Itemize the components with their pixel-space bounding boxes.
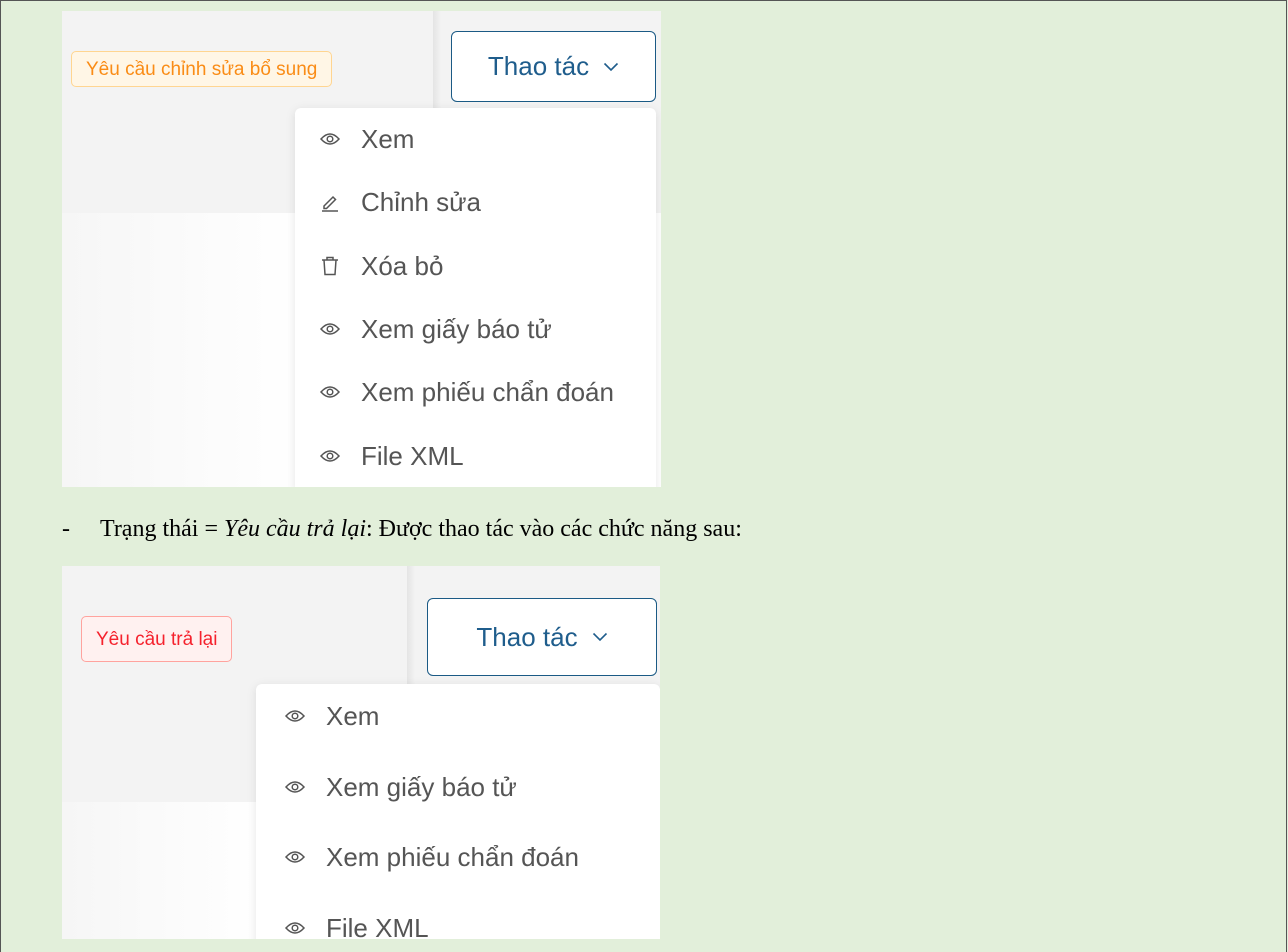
pencil-icon — [319, 191, 341, 213]
status-badge: Yêu cầu chỉnh sửa bổ sung — [71, 51, 333, 87]
menu-item-label: Xem phiếu chẩn đoán — [326, 841, 579, 872]
eye-icon — [319, 128, 341, 150]
menu-item-label: Xem — [326, 700, 380, 731]
screenshot-edit-request: Yêu cầu chỉnh sửa bổ sung Thao tác Xem C… — [62, 11, 661, 487]
menu-item-view[interactable]: Xem — [256, 696, 660, 736]
menu-item-label: File XML — [326, 912, 429, 940]
table-cell-shade — [62, 213, 302, 487]
caption-suffix: : Được thao tác vào các chức năng sau: — [365, 516, 742, 542]
menu-item-label: Xem phiếu chẩn đoán — [361, 376, 614, 407]
menu-item-view[interactable]: Xem — [295, 119, 656, 159]
menu-item-label: File XML — [361, 440, 464, 471]
eye-icon — [319, 381, 341, 403]
status-badge: Yêu cầu trả lại — [81, 616, 233, 662]
menu-item-label: Chỉnh sửa — [361, 186, 482, 217]
eye-icon — [319, 318, 341, 340]
screenshot-return-request: Yêu cầu trả lại Thao tác Xem Xem giấy bá… — [62, 566, 660, 939]
actions-menu: Xem Xem giấy báo tử Xem phiếu chẩn đoán … — [256, 684, 660, 939]
menu-item-label: Xóa bỏ — [361, 250, 444, 281]
trash-icon — [319, 255, 341, 277]
actions-dropdown-button[interactable]: Thao tác — [451, 31, 656, 102]
menu-item-delete[interactable]: Xóa bỏ — [295, 246, 656, 286]
eye-icon — [284, 776, 306, 798]
menu-item-label: Xem giấy báo tử — [361, 313, 552, 344]
menu-item-file-xml[interactable]: File XML — [256, 908, 660, 939]
caption-status: Yêu cầu trả lại — [223, 516, 366, 542]
menu-item-view-death-notice[interactable]: Xem giấy báo tử — [295, 309, 656, 349]
actions-button-label: Thao tác — [487, 51, 590, 81]
menu-item-label: Xem — [361, 123, 415, 154]
caption-prefix: Trạng thái = — [100, 516, 224, 542]
menu-item-view-death-notice[interactable]: Xem giấy báo tử — [256, 767, 660, 807]
menu-item-label: Xem giấy báo tử — [326, 771, 517, 802]
eye-icon — [284, 917, 306, 939]
caption-text: Trạng thái = Yêu cầu trả lại: Được thao … — [100, 516, 742, 543]
menu-item-edit[interactable]: Chỉnh sửa — [295, 182, 656, 222]
menu-item-view-diagnosis[interactable]: Xem phiếu chẩn đoán — [256, 837, 660, 877]
eye-icon — [319, 445, 341, 467]
eye-icon — [284, 705, 306, 727]
menu-item-file-xml[interactable]: File XML — [295, 436, 656, 476]
chevron-down-icon — [592, 632, 608, 642]
bullet-dash: - — [62, 516, 70, 542]
actions-menu: Xem Chỉnh sửa Xóa bỏ Xem giấy báo tử Xem… — [295, 108, 656, 487]
table-cell-shade — [62, 802, 262, 939]
actions-dropdown-button[interactable]: Thao tác — [427, 598, 657, 676]
eye-icon — [284, 846, 306, 868]
chevron-down-icon — [603, 62, 619, 72]
actions-button-label: Thao tác — [476, 621, 578, 652]
menu-item-view-diagnosis[interactable]: Xem phiếu chẩn đoán — [295, 372, 656, 412]
